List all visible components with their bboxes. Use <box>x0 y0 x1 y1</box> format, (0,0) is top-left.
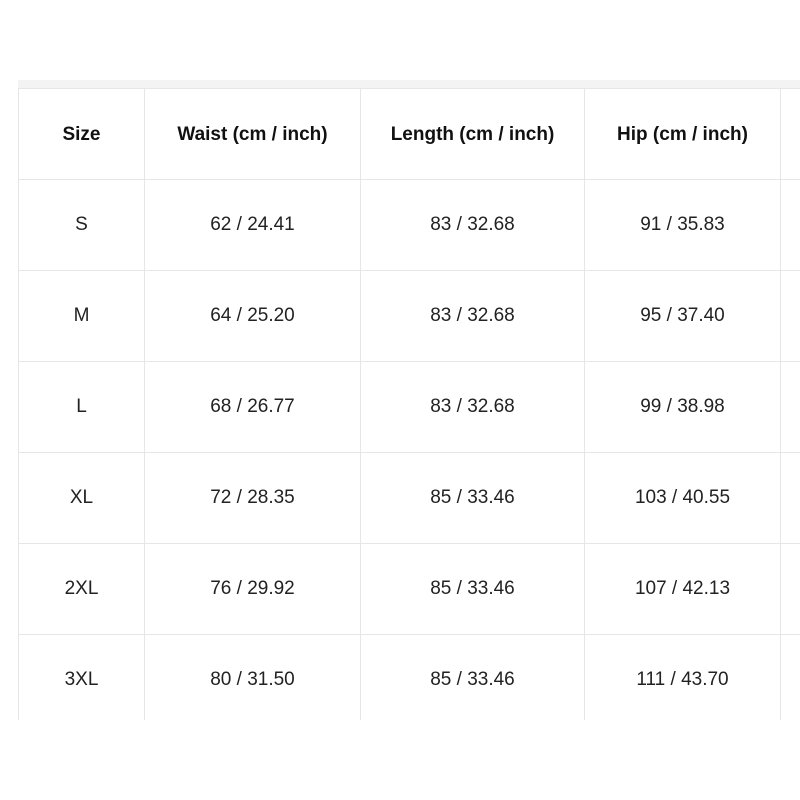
cell-hip: 103 / 40.55 <box>584 452 781 544</box>
cell-hip: 95 / 37.40 <box>584 270 781 362</box>
table-row: L 68 / 26.77 83 / 32.68 99 / 38.98 <box>18 361 800 453</box>
cell-extra <box>780 634 800 720</box>
cell-extra <box>780 361 800 453</box>
table-row: 2XL 76 / 29.92 85 / 33.46 107 / 42.13 <box>18 543 800 635</box>
cell-hip: 111 / 43.70 <box>584 634 781 720</box>
cell-hip: 107 / 42.13 <box>584 543 781 635</box>
cell-size: 3XL <box>18 634 145 720</box>
cell-size: L <box>18 361 145 453</box>
cell-waist: 72 / 28.35 <box>144 452 361 544</box>
cell-hip: 99 / 38.98 <box>584 361 781 453</box>
cell-length: 85 / 33.46 <box>360 452 585 544</box>
cell-extra <box>780 543 800 635</box>
cell-size: XL <box>18 452 145 544</box>
cell-length: 85 / 33.46 <box>360 634 585 720</box>
cell-waist: 68 / 26.77 <box>144 361 361 453</box>
cell-size: S <box>18 179 145 271</box>
cell-extra <box>780 270 800 362</box>
header-extra <box>780 88 800 180</box>
header-length: Length (cm / inch) <box>360 88 585 180</box>
table-row: XL 72 / 28.35 85 / 33.46 103 / 40.55 <box>18 452 800 544</box>
table-top-band <box>18 80 800 88</box>
cell-waist: 80 / 31.50 <box>144 634 361 720</box>
table-row: M 64 / 25.20 83 / 32.68 95 / 37.40 <box>18 270 800 362</box>
cell-hip: 91 / 35.83 <box>584 179 781 271</box>
cell-length: 83 / 32.68 <box>360 270 585 362</box>
header-waist: Waist (cm / inch) <box>144 88 361 180</box>
table-row: S 62 / 24.41 83 / 32.68 91 / 35.83 <box>18 179 800 271</box>
header-hip: Hip (cm / inch) <box>584 88 781 180</box>
table-row: 3XL 80 / 31.50 85 / 33.46 111 / 43.70 <box>18 634 800 720</box>
cell-extra <box>780 179 800 271</box>
cell-extra <box>780 452 800 544</box>
cell-size: 2XL <box>18 543 145 635</box>
cell-length: 85 / 33.46 <box>360 543 585 635</box>
cell-waist: 62 / 24.41 <box>144 179 361 271</box>
cell-waist: 64 / 25.20 <box>144 270 361 362</box>
header-size: Size <box>18 88 145 180</box>
header-row: Size Waist (cm / inch) Length (cm / inch… <box>18 88 800 180</box>
size-chart-page: Size Waist (cm / inch) Length (cm / inch… <box>0 0 800 800</box>
cell-length: 83 / 32.68 <box>360 361 585 453</box>
cell-length: 83 / 32.68 <box>360 179 585 271</box>
size-chart-container: Size Waist (cm / inch) Length (cm / inch… <box>18 88 800 720</box>
cell-waist: 76 / 29.92 <box>144 543 361 635</box>
size-chart-table: Size Waist (cm / inch) Length (cm / inch… <box>18 88 800 720</box>
cell-size: M <box>18 270 145 362</box>
